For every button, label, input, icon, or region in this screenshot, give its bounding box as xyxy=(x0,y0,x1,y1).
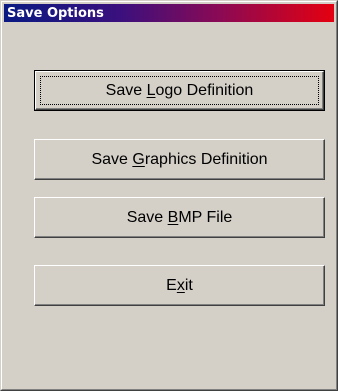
save-bmp-file-button[interactable]: Save BMP File xyxy=(34,197,325,238)
save-options-dialog: Save Options Save Logo Definition Save G… xyxy=(0,0,338,391)
title-bar[interactable]: Save Options xyxy=(4,4,334,22)
mnemonic-key: x xyxy=(176,276,185,294)
save-bmp-file-label: Save BMP File xyxy=(126,208,233,226)
save-logo-definition-button[interactable]: Save Logo Definition xyxy=(34,70,325,111)
exit-label: Exit xyxy=(166,276,193,294)
save-graphics-definition-label: Save Graphics Definition xyxy=(91,150,268,168)
save-graphics-definition-button[interactable]: Save Graphics Definition xyxy=(34,139,325,180)
exit-button[interactable]: Exit xyxy=(34,265,325,306)
mnemonic-key: G xyxy=(132,150,145,168)
window-title: Save Options xyxy=(7,5,104,21)
mnemonic-key: B xyxy=(167,208,179,226)
save-logo-definition-label: Save Logo Definition xyxy=(105,81,254,99)
